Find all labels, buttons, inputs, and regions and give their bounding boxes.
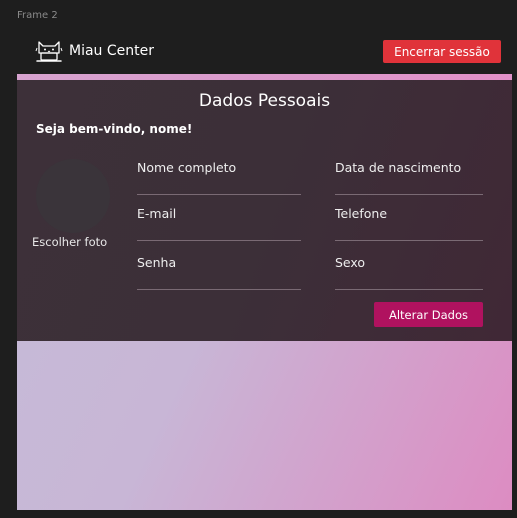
- welcome-message: Seja bem-vindo, nome!: [36, 122, 193, 136]
- password-label: Senha: [137, 255, 177, 270]
- field-underline: [335, 289, 483, 290]
- logout-button[interactable]: Encerrar sessão: [383, 40, 501, 63]
- page-title: Dados Pessoais: [198, 91, 331, 111]
- frame-label: Frame 2: [17, 10, 58, 21]
- full-name-field[interactable]: Nome completo: [137, 160, 301, 196]
- app-frame: Miau Center Encerrar sessão Dados Pessoa…: [17, 29, 512, 510]
- email-label: E-mail: [137, 206, 177, 221]
- gender-field[interactable]: Sexo: [335, 255, 483, 291]
- field-underline: [137, 240, 301, 241]
- birth-date-field[interactable]: Data de nascimento: [335, 160, 483, 196]
- top-bar: Miau Center Encerrar sessão: [17, 29, 512, 74]
- update-data-button[interactable]: Alterar Dados: [374, 302, 483, 327]
- phone-field[interactable]: Telefone: [335, 206, 483, 242]
- cat-laptop-icon: [35, 41, 63, 62]
- password-field[interactable]: Senha: [137, 255, 301, 291]
- email-field[interactable]: E-mail: [137, 206, 301, 242]
- field-underline: [137, 289, 301, 290]
- full-name-label: Nome completo: [137, 160, 237, 175]
- field-underline: [137, 194, 301, 195]
- avatar[interactable]: [36, 159, 110, 233]
- field-underline: [335, 194, 483, 195]
- app-title: Miau Center: [69, 43, 154, 59]
- choose-photo-link[interactable]: Escolher foto: [32, 235, 107, 249]
- field-underline: [335, 240, 483, 241]
- personal-data-panel: Dados Pessoais Seja bem-vindo, nome! Esc…: [17, 80, 512, 341]
- phone-label: Telefone: [335, 206, 388, 221]
- gender-label: Sexo: [335, 255, 366, 270]
- birth-date-label: Data de nascimento: [335, 160, 462, 175]
